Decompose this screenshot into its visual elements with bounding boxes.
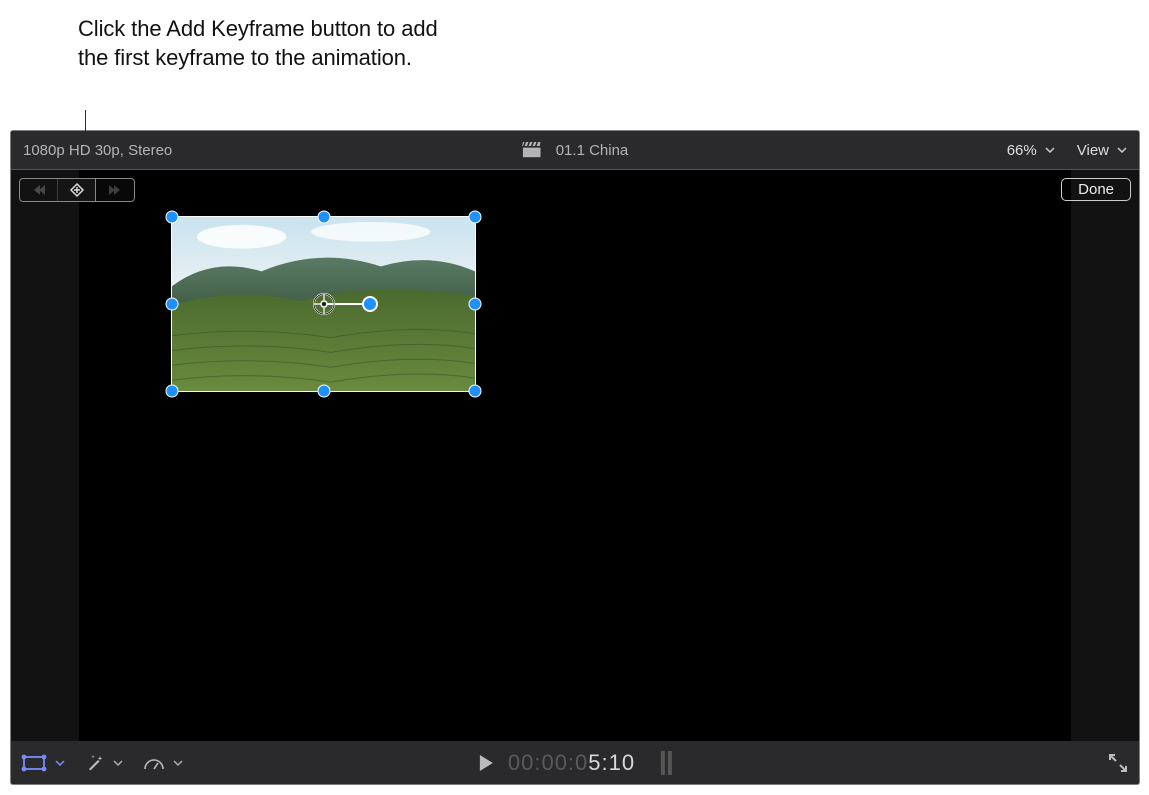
next-keyframe-button[interactable] (96, 179, 134, 201)
add-keyframe-icon (69, 182, 85, 198)
prev-keyframe-icon (32, 184, 46, 196)
transform-frame[interactable] (171, 216, 476, 392)
loop-indicator (661, 751, 672, 775)
chevron-down-icon (55, 760, 65, 766)
chevron-down-icon (173, 760, 183, 766)
transform-tool-icon (21, 754, 47, 772)
view-label: View (1077, 142, 1109, 159)
loop-mark (668, 751, 672, 775)
chevron-down-icon (1117, 147, 1127, 153)
prev-keyframe-button[interactable] (20, 179, 58, 201)
add-keyframe-button[interactable] (58, 179, 96, 201)
gauge-icon (143, 755, 165, 771)
effects-tool-dropdown[interactable] (85, 753, 123, 773)
format-info: 1080p HD 30p, Stereo (23, 142, 172, 159)
timecode-active: 5:10 (588, 750, 635, 775)
viewer-left-gutter (11, 170, 79, 741)
zoom-label: 66% (1007, 142, 1037, 159)
resize-handle-mr[interactable] (469, 298, 482, 311)
chevron-down-icon (113, 760, 123, 766)
resize-handle-bm[interactable] (317, 385, 330, 398)
view-dropdown[interactable]: View (1077, 142, 1127, 159)
resize-handle-bl[interactable] (166, 385, 179, 398)
viewer-panel: 1080p HD 30p, Stereo 01.1 China 66% (11, 131, 1139, 784)
viewer-canvas[interactable]: Done (11, 170, 1139, 741)
resize-handle-ml[interactable] (166, 298, 179, 311)
loop-mark (661, 751, 665, 775)
fullscreen-button[interactable] (1107, 752, 1129, 774)
zoom-dropdown[interactable]: 66% (1007, 142, 1055, 159)
viewer-toolbar: 1080p HD 30p, Stereo 01.1 China 66% (11, 131, 1139, 169)
anchor-point-icon[interactable] (312, 292, 336, 316)
timecode-dim: 00:00:0 (508, 750, 588, 775)
keyframe-nav-group (19, 178, 135, 202)
chevron-down-icon (1045, 147, 1055, 153)
clip-name-label: 01.1 China (556, 142, 629, 159)
timecode-display[interactable]: 00:00:05:10 (508, 750, 635, 776)
resize-handle-tr[interactable] (469, 211, 482, 224)
resize-handle-br[interactable] (469, 385, 482, 398)
viewer-right-gutter (1071, 170, 1139, 741)
play-button[interactable] (478, 754, 496, 772)
resize-handle-tl[interactable] (166, 211, 179, 224)
transform-tool-dropdown[interactable] (21, 754, 65, 772)
retime-tool-dropdown[interactable] (143, 755, 183, 771)
next-keyframe-icon (108, 184, 122, 196)
callout-text: Click the Add Keyframe button to add the… (78, 14, 458, 72)
rotation-handle[interactable] (362, 296, 378, 312)
resize-handle-tm[interactable] (317, 211, 330, 224)
wand-icon (85, 753, 105, 773)
viewer-bottom-bar: 00:00:05:10 (11, 741, 1139, 784)
clapperboard-icon (522, 142, 542, 158)
done-button[interactable]: Done (1061, 178, 1131, 201)
